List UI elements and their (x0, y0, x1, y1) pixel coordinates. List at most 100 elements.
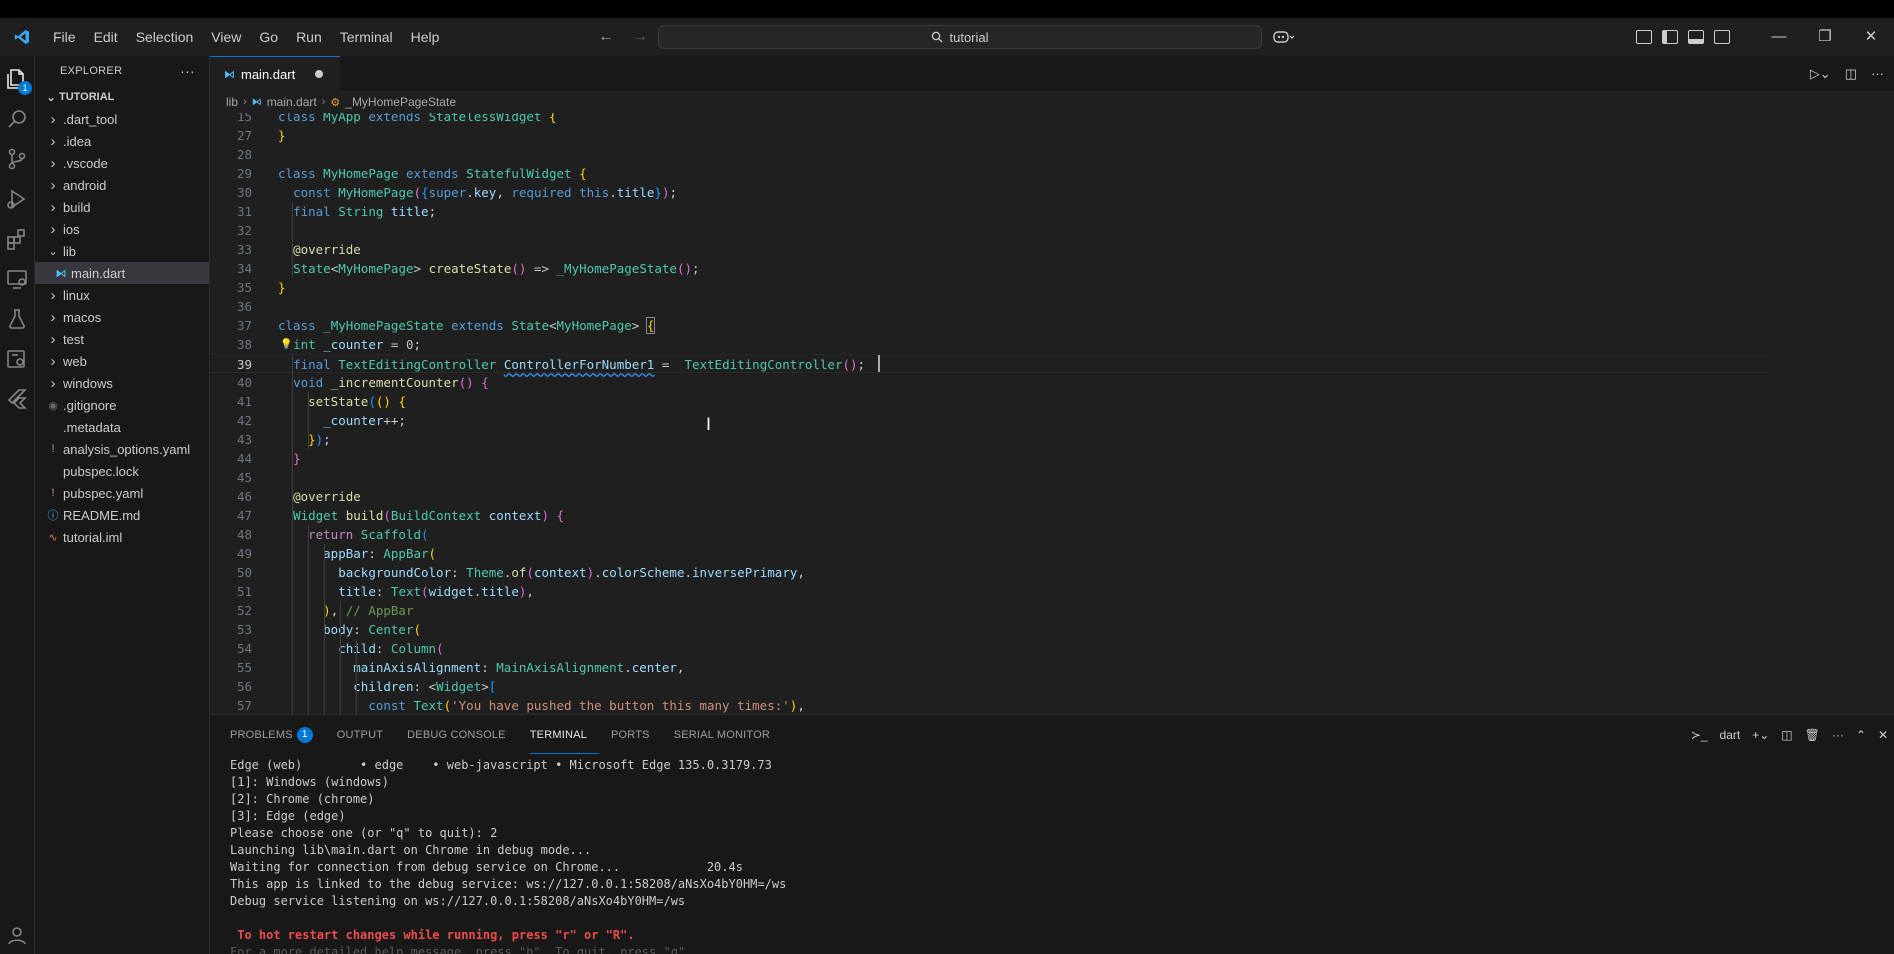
remote-explorer-icon[interactable] (4, 266, 30, 292)
minimize-icon[interactable]: — (1756, 18, 1802, 56)
maximize-panel-icon[interactable]: ⌃ (1856, 728, 1866, 742)
search-icon[interactable] (4, 106, 30, 132)
tree-item-dart-tool[interactable]: › .dart_tool (35, 108, 209, 130)
tab-main-dart[interactable]: ⧑ main.dart (210, 56, 340, 91)
code-text[interactable]: const MyHomePage({super.key, required th… (278, 183, 677, 202)
split-terminal-icon[interactable]: ◫ (1781, 728, 1792, 742)
code-text[interactable]: body: Center( (278, 620, 421, 639)
code-editor[interactable]: 15 class MyApp extends StatelessWidget {2… (210, 113, 1894, 714)
code-text[interactable]: int _counter = 0; (278, 335, 421, 354)
menu-item-terminal[interactable]: Terminal (331, 18, 402, 56)
code-text[interactable]: ), // AppBar (278, 601, 413, 620)
unsaved-dot-icon[interactable] (315, 70, 324, 78)
code-text[interactable]: class MyApp extends StatelessWidget { (278, 113, 557, 126)
accounts-icon[interactable] (4, 922, 30, 948)
code-text[interactable]: final String title; (278, 202, 436, 221)
tree-item-metadata[interactable]: .metadata (35, 416, 209, 438)
tree-item-macos[interactable]: › macos (35, 306, 209, 328)
code-text[interactable]: setState(() { (278, 392, 406, 411)
restore-icon[interactable]: ❐ (1802, 18, 1848, 56)
tree-item-main-dart[interactable]: ⧑ main.dart (35, 262, 209, 284)
menu-item-help[interactable]: Help (402, 18, 449, 56)
code-text[interactable]: children: <Widget>[ (278, 677, 496, 696)
tree-item-test[interactable]: › test (35, 328, 209, 350)
breadcrumb-item[interactable]: main.dart (267, 95, 317, 109)
tab-ports[interactable]: PORTS (611, 716, 662, 754)
code-text[interactable]: Widget build(BuildContext context) { (278, 506, 564, 525)
tree-item-tutorial-iml[interactable]: ∿ tutorial.iml (35, 526, 209, 548)
code-text[interactable]: } (278, 449, 301, 468)
copilot-icon[interactable] (1272, 26, 1304, 48)
menu-item-run[interactable]: Run (287, 18, 331, 56)
menu-item-edit[interactable]: Edit (85, 18, 127, 56)
toggle-secondary-sidebar-icon[interactable] (1714, 30, 1730, 44)
code-text[interactable]: State<MyHomePage> createState() => _MyHo… (278, 259, 699, 278)
code-text[interactable]: }); (278, 430, 331, 449)
tab-output[interactable]: OUTPUT (337, 716, 395, 754)
code-text[interactable]: mainAxisAlignment: MainAxisAlignment.cen… (278, 658, 684, 677)
code-text[interactable]: @override (278, 487, 361, 506)
more-actions-icon[interactable]: ··· (180, 63, 195, 79)
menu-item-go[interactable]: Go (250, 18, 287, 56)
code-text[interactable]: return Scaffold( (278, 525, 428, 544)
tree-item-readme-md[interactable]: ⓘ README.md (35, 504, 209, 526)
terminal-name[interactable]: dart (1720, 728, 1741, 742)
code-text[interactable]: } (278, 278, 286, 297)
code-text[interactable]: title: Text(widget.title), (278, 582, 534, 601)
tab-serial-monitor[interactable]: SERIAL MONITOR (674, 716, 782, 754)
code-text[interactable]: _counter++; (278, 411, 406, 430)
menu-item-file[interactable]: File (44, 18, 85, 56)
menu-item-view[interactable]: View (202, 18, 250, 56)
trash-icon[interactable]: 🗑 (1805, 728, 1820, 742)
customize-layout-icon[interactable] (1636, 30, 1652, 44)
tree-item-web[interactable]: › web (35, 350, 209, 372)
more-actions-icon[interactable]: ··· (1832, 728, 1844, 742)
code-text[interactable]: void _incrementCounter() { (278, 373, 489, 392)
terminal-output[interactable]: Edge (web) • edge • web-javascript • Mic… (230, 757, 1870, 954)
flutter-icon[interactable] (4, 386, 30, 412)
extensions-icon[interactable] (4, 226, 30, 252)
breadcrumb-item[interactable]: lib (226, 95, 238, 109)
code-text[interactable]: class _MyHomePageState extends State<MyH… (278, 316, 656, 335)
tree-item-linux[interactable]: › linux (35, 284, 209, 306)
run-and-debug-icon[interactable] (4, 186, 30, 212)
close-panel-icon[interactable]: ✕ (1878, 728, 1888, 742)
code-text[interactable]: backgroundColor: Theme.of(context).color… (278, 563, 805, 582)
lightbulb-icon[interactable]: 💡 (280, 335, 292, 354)
tab-debug-console[interactable]: DEBUG CONSOLE (407, 716, 518, 754)
toggle-panel-icon[interactable] (1688, 30, 1704, 44)
tree-item-vscode[interactable]: › .vscode (35, 152, 209, 174)
tree-item-build[interactable]: › build (35, 196, 209, 218)
tree-item-pubspec-lock[interactable]: pubspec.lock (35, 460, 209, 482)
code-text[interactable]: child: Column( (278, 639, 443, 658)
more-actions-icon[interactable]: ··· (1871, 66, 1884, 81)
tree-item-analysis-options-yaml[interactable]: ! analysis_options.yaml (35, 438, 209, 460)
code-text[interactable]: class MyHomePage extends StatefulWidget … (278, 164, 587, 183)
forward-arrow-icon[interactable]: → (632, 28, 648, 46)
back-arrow-icon[interactable]: ← (598, 28, 614, 46)
code-text[interactable]: const Text('You have pushed the button t… (278, 696, 805, 714)
tree-item-android[interactable]: › android (35, 174, 209, 196)
tree-item-lib[interactable]: ⌄ lib (35, 240, 209, 262)
breadcrumb-item[interactable]: _MyHomePageState (345, 95, 456, 109)
tree-item-pubspec-yaml[interactable]: ! pubspec.yaml (35, 482, 209, 504)
tab-terminal[interactable]: TERMINAL (529, 716, 599, 754)
code-text[interactable]: appBar: AppBar( (278, 544, 436, 563)
code-text[interactable]: final TextEditingController ControllerFo… (278, 355, 865, 374)
tree-item-gitignore[interactable]: ◉ .gitignore (35, 394, 209, 416)
run-debug-icon[interactable]: ▷⌄ (1810, 66, 1831, 82)
source-control-icon[interactable] (4, 146, 30, 172)
tree-item-idea[interactable]: › .idea (35, 130, 209, 152)
toggle-primary-sidebar-icon[interactable] (1662, 30, 1678, 44)
tab-problems[interactable]: PROBLEMS 1 (230, 716, 325, 754)
split-editor-icon[interactable]: ◫ (1845, 66, 1857, 82)
tree-item-windows[interactable]: › windows (35, 372, 209, 394)
tree-item-ios[interactable]: › ios (35, 218, 209, 240)
explorer-icon[interactable]: 1 (4, 66, 32, 95)
code-text[interactable]: @override (278, 240, 361, 259)
close-icon[interactable]: ✕ (1848, 18, 1894, 56)
command-center-search[interactable]: tutorial (658, 25, 1262, 49)
container-icon[interactable] (4, 346, 30, 372)
code-text[interactable]: } (278, 126, 286, 145)
workspace-section-header[interactable]: ⌄ TUTORIAL (35, 86, 209, 108)
